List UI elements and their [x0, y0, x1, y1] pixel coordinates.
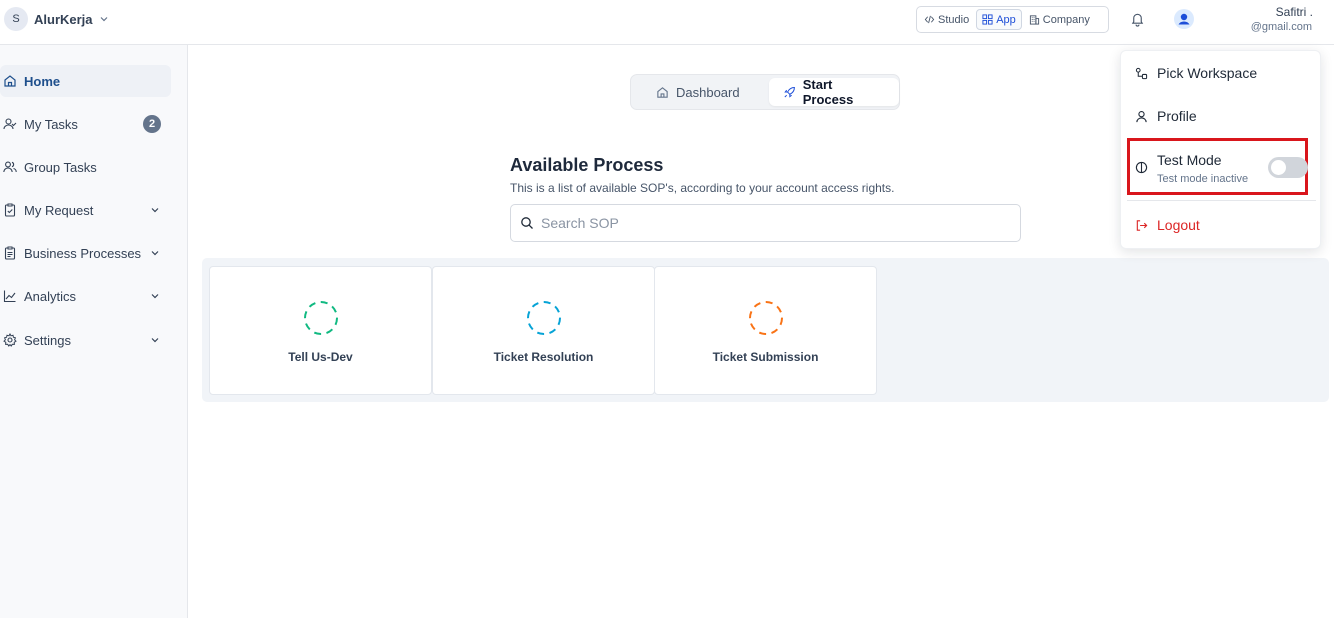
sidebar-item-label: My Request	[24, 202, 94, 218]
process-card-label: Ticket Submission	[712, 350, 819, 364]
process-card-label: Tell Us-Dev	[288, 350, 353, 364]
sidebar-item-home[interactable]: Home	[0, 65, 171, 97]
sidebar-item-label: Group Tasks	[24, 159, 97, 175]
sidebar-item-group-tasks[interactable]: Group Tasks	[0, 151, 171, 183]
clipboard-check-icon	[4, 203, 16, 217]
user-icon	[1136, 110, 1147, 122]
menu-item-label: Profile	[1157, 108, 1197, 124]
user-check-icon	[3, 118, 17, 130]
sidebar-item-label: Settings	[24, 332, 71, 348]
chevron-down-icon	[151, 208, 159, 213]
view-tabs: Dashboard Start Process	[630, 74, 900, 110]
notification-bell-icon[interactable]	[1130, 11, 1145, 27]
menu-item-profile[interactable]: Profile	[1121, 107, 1322, 125]
page-subtitle: This is a list of available SOP's, accor…	[510, 181, 895, 195]
search-icon	[521, 217, 533, 229]
top-bar: S AlurKerja Studio App Company Safitri .…	[0, 0, 1334, 45]
workspace-switcher[interactable]: S AlurKerja	[4, 7, 109, 31]
user-name: Safitri .	[1275, 5, 1313, 19]
user-avatar[interactable]	[1174, 9, 1194, 29]
mode-studio-label: Studio	[938, 13, 970, 26]
tab-dashboard[interactable]: Dashboard	[642, 78, 754, 106]
process-loader-icon	[527, 301, 561, 335]
sidebar-item-my-request[interactable]: My Request	[0, 194, 171, 226]
menu-item-logout[interactable]: Logout	[1121, 216, 1322, 234]
building-icon	[1029, 15, 1039, 25]
app-mode-switcher: Studio App Company	[916, 6, 1109, 33]
grid-icon	[982, 14, 993, 25]
chevron-down-icon	[151, 338, 159, 343]
logout-icon	[1136, 219, 1148, 231]
clipboard-list-icon	[4, 246, 16, 260]
sidebar-item-label: My Tasks	[24, 116, 78, 132]
test-mode-status: Test mode inactive	[1157, 173, 1249, 185]
workspace-name: AlurKerja	[34, 11, 93, 27]
test-mode-row: Test Mode Test mode inactive	[1127, 138, 1308, 195]
tab-start-process-label: Start Process	[802, 77, 854, 107]
mode-company-label: Company	[1042, 13, 1090, 26]
user-menu: Pick Workspace Profile Test Mode Test mo…	[1120, 50, 1321, 249]
test-mode-title: Test Mode	[1157, 152, 1222, 168]
mode-app-button[interactable]: App	[976, 9, 1022, 30]
process-card-label: Ticket Resolution	[493, 350, 594, 364]
menu-item-label: Logout	[1157, 217, 1200, 233]
home-icon	[4, 75, 16, 87]
sidebar-item-label: Analytics	[24, 288, 77, 304]
sidebar-item-business-processes[interactable]: Business Processes	[0, 237, 171, 269]
home-icon	[657, 86, 668, 98]
workspace-icon	[1135, 67, 1148, 79]
chevron-down-icon	[151, 294, 159, 299]
sidebar-item-my-tasks[interactable]: My Tasks 2	[0, 108, 171, 140]
process-card-ticket-resolution[interactable]: Ticket Resolution	[432, 266, 655, 395]
sidebar-item-analytics[interactable]: Analytics	[0, 280, 171, 312]
search-input[interactable]	[541, 215, 1001, 231]
sidebar-item-settings[interactable]: Settings	[0, 324, 171, 356]
workspace-avatar: S	[4, 7, 28, 31]
sidebar: Home My Tasks 2 Group Tasks My Request B…	[0, 45, 188, 618]
chevron-down-icon	[151, 251, 159, 256]
process-card-ticket-submission[interactable]: Ticket Submission	[654, 266, 877, 395]
user-icon	[1175, 10, 1193, 28]
gear-icon	[3, 333, 17, 347]
sidebar-item-label: Business Processes	[24, 245, 142, 261]
process-loader-icon	[749, 301, 783, 335]
code-icon	[924, 15, 935, 24]
menu-item-pick-workspace[interactable]: Pick Workspace	[1121, 64, 1322, 82]
process-loader-icon	[304, 301, 338, 335]
chevron-down-icon	[100, 17, 107, 22]
toggle-knob	[1271, 160, 1286, 175]
line-chart-icon	[3, 290, 16, 303]
contrast-icon	[1135, 161, 1148, 174]
rocket-icon	[784, 86, 795, 98]
tab-dashboard-label: Dashboard	[676, 84, 740, 100]
menu-item-label: Pick Workspace	[1157, 65, 1258, 81]
users-icon	[3, 161, 17, 173]
mode-app-label: App	[996, 13, 1016, 26]
sidebar-item-label: Home	[24, 73, 61, 89]
mode-company-button[interactable]: Company	[1024, 9, 1095, 30]
test-mode-toggle[interactable]	[1268, 157, 1308, 178]
user-email: @gmail.com	[1250, 21, 1312, 33]
tab-start-process[interactable]: Start Process	[769, 77, 899, 107]
tasks-count-badge: 2	[143, 115, 161, 133]
mode-studio-button[interactable]: Studio	[919, 9, 974, 30]
menu-divider	[1127, 200, 1316, 201]
process-card-tell-us-dev[interactable]: Tell Us-Dev	[209, 266, 432, 395]
page-title: Available Process	[510, 155, 664, 175]
search-box	[510, 204, 1021, 242]
